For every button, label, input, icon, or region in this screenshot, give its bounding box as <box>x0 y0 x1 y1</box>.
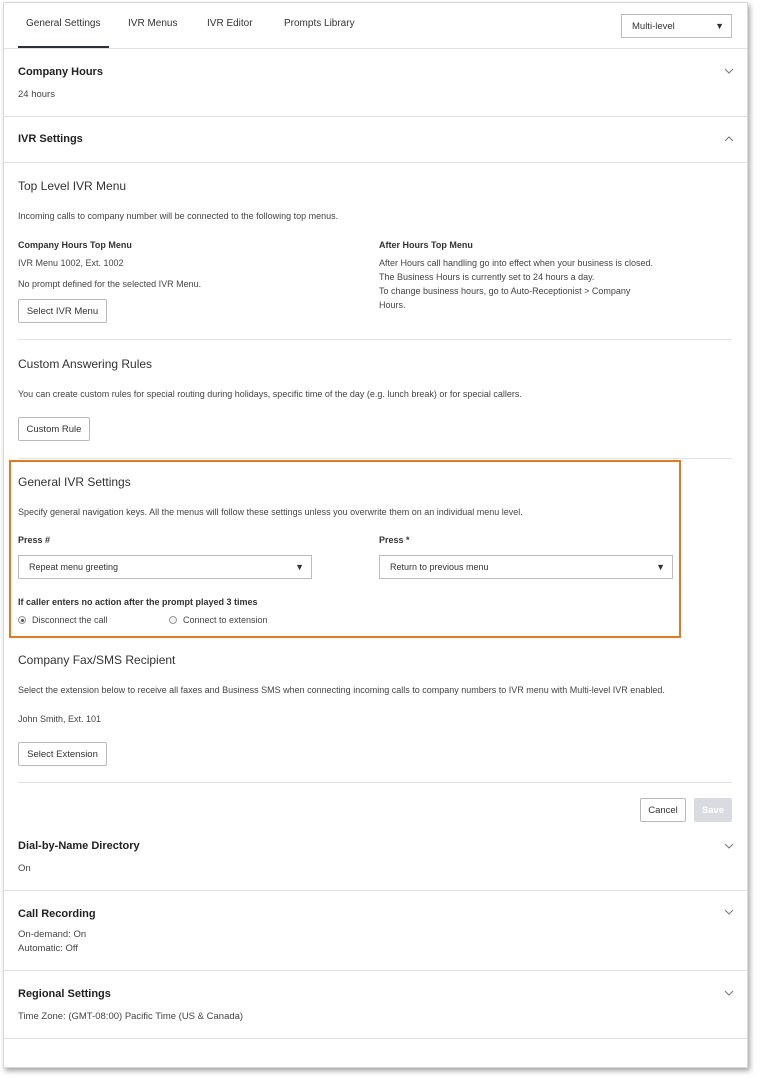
call-recording-automatic: Automatic: Off <box>18 943 79 954</box>
custom-rules-description: You can create custom rules for special … <box>18 389 522 399</box>
after-hours-line: Hours. <box>379 300 406 310</box>
connect-extension-radio[interactable] <box>169 616 177 624</box>
connect-extension-label: Connect to extension <box>183 615 268 625</box>
company-hours-title: Company Hours <box>18 66 103 78</box>
tab-general-settings[interactable]: General Settings <box>18 18 108 48</box>
call-recording-on-demand: On-demand: On <box>18 929 87 940</box>
top-level-heading: Top Level IVR Menu <box>18 179 127 193</box>
after-hours-line: To change business hours, go to Auto-Rec… <box>379 286 631 296</box>
regional-settings-section[interactable]: Regional Settings Time Zone: (GMT-08:00)… <box>4 971 747 1039</box>
call-recording-title: Call Recording <box>18 908 96 920</box>
dropdown-arrow-icon: ▼ <box>715 21 724 31</box>
general-ivr-description: Specify general navigation keys. All the… <box>18 507 523 517</box>
press-hash-value: Repeat menu greeting <box>29 562 119 572</box>
tab-ivr-editor[interactable]: IVR Editor <box>207 18 253 29</box>
dial-by-name-value: On <box>18 863 31 874</box>
after-hours-line: After Hours call handling go into effect… <box>379 258 653 268</box>
press-hash-label: Press # <box>18 535 51 545</box>
dial-by-name-section[interactable]: Dial-by-Name Directory On <box>4 825 747 891</box>
chevron-down-icon[interactable] <box>724 843 734 852</box>
divider <box>18 339 732 340</box>
after-hours-line: The Business Hours is currently set to 2… <box>379 272 595 282</box>
call-recording-section[interactable]: Call Recording On-demand: On Automatic: … <box>4 891 747 971</box>
tab-prompts-library[interactable]: Prompts Library <box>284 18 355 29</box>
tab-bar: General Settings IVR Menus IVR Editor Pr… <box>4 3 747 49</box>
disconnect-radio[interactable] <box>18 616 26 624</box>
tab-ivr-menus[interactable]: IVR Menus <box>128 18 177 29</box>
divider <box>18 782 732 783</box>
company-hours-section[interactable]: Company Hours 24 hours <box>4 49 747 117</box>
press-star-value: Return to previous menu <box>390 562 489 572</box>
cancel-button[interactable]: Cancel <box>640 798 686 822</box>
company-hours-value: 24 hours <box>18 89 55 100</box>
custom-rules-heading: Custom Answering Rules <box>18 357 153 371</box>
company-hours-top-menu-label: Company Hours Top Menu <box>18 240 132 250</box>
select-extension-button[interactable]: Select Extension <box>18 742 107 766</box>
dropdown-arrow-icon: ▼ <box>295 562 304 572</box>
general-ivr-heading: General IVR Settings <box>18 475 131 489</box>
press-hash-select[interactable]: Repeat menu greeting ▼ <box>18 555 312 579</box>
custom-rule-button[interactable]: Custom Rule <box>18 417 90 441</box>
select-ivr-menu-button[interactable]: Select IVR Menu <box>18 299 107 323</box>
chevron-up-icon[interactable] <box>724 135 734 144</box>
no-prompt-text: No prompt defined for the selected IVR M… <box>18 279 202 289</box>
fax-description: Select the extension below to receive al… <box>18 685 665 695</box>
press-star-label: Press * <box>379 535 410 545</box>
dropdown-arrow-icon: ▼ <box>656 562 665 572</box>
regional-settings-value: Time Zone: (GMT-08:00) Pacific Time (US … <box>18 1011 244 1022</box>
after-hours-top-menu-label: After Hours Top Menu <box>379 240 473 250</box>
ivr-settings-title: IVR Settings <box>18 133 83 145</box>
ivr-mode-value: Multi-level <box>632 20 675 32</box>
no-action-label: If caller enters no action after the pro… <box>18 597 258 607</box>
settings-panel: General Settings IVR Menus IVR Editor Pr… <box>3 2 748 1068</box>
disconnect-label: Disconnect the call <box>32 615 108 625</box>
top-level-description: Incoming calls to company number will be… <box>18 211 339 221</box>
divider <box>18 458 732 459</box>
regional-settings-title: Regional Settings <box>18 988 111 1000</box>
ivr-mode-select[interactable]: Multi-level ▼ <box>621 14 732 38</box>
save-button[interactable]: Save <box>694 798 732 822</box>
chevron-down-icon[interactable] <box>724 990 734 999</box>
chevron-down-icon[interactable] <box>724 68 734 77</box>
dial-by-name-title: Dial-by-Name Directory <box>18 840 140 852</box>
fax-recipient: John Smith, Ext. 101 <box>18 714 102 724</box>
ivr-settings-header[interactable]: IVR Settings <box>4 117 747 163</box>
chevron-down-icon[interactable] <box>724 909 734 918</box>
press-star-select[interactable]: Return to previous menu ▼ <box>379 555 673 579</box>
company-hours-top-menu-value: IVR Menu 1002, Ext. 1002 <box>18 258 124 268</box>
fax-heading: Company Fax/SMS Recipient <box>18 653 176 667</box>
